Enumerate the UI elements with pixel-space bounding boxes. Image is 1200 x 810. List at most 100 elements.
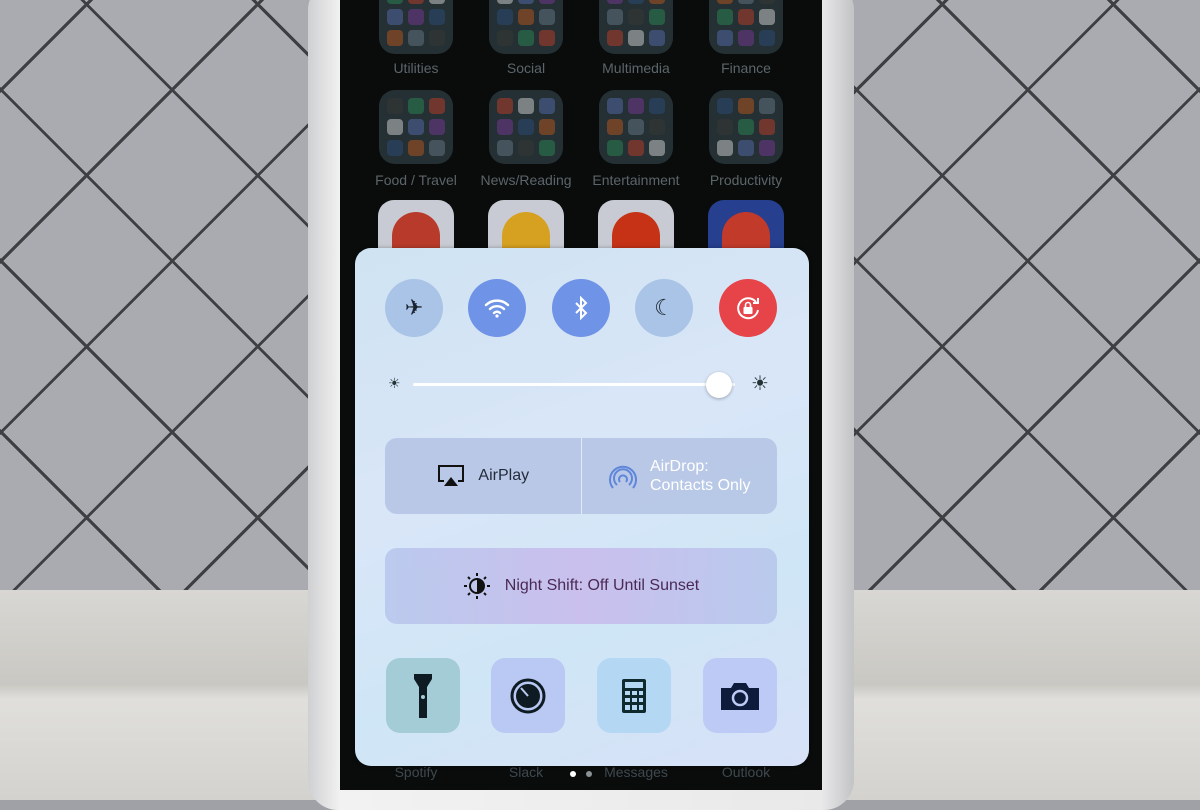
mini-app-icon (539, 0, 555, 4)
mini-app-icon (408, 98, 424, 114)
mini-app-icon (387, 98, 403, 114)
page-dot[interactable] (570, 771, 576, 777)
mini-app-icon (628, 30, 644, 46)
mini-app-icon (518, 119, 534, 135)
mini-app-icon (759, 140, 775, 156)
mini-app-icon (607, 9, 623, 25)
night-shift-button[interactable]: Night Shift: Off Until Sunset (385, 548, 777, 624)
brightness-high-icon: ☀ (751, 373, 769, 395)
mini-app-icon (649, 140, 665, 156)
airdrop-button[interactable]: AirDrop: Contacts Only (582, 438, 778, 514)
mini-app-icon (497, 0, 513, 4)
mini-app-icon (717, 119, 733, 135)
dock-app-slack[interactable]: Slack (466, 764, 586, 780)
folder-label: Finance (721, 60, 771, 76)
camera-icon (721, 682, 759, 710)
calculator-icon (622, 678, 646, 713)
mini-app-icon (628, 0, 644, 4)
mini-app-icon (738, 0, 754, 4)
camera-button[interactable] (703, 658, 777, 733)
rotation-lock-icon (737, 297, 759, 320)
wifi-toggle[interactable] (468, 279, 526, 337)
dock-app-spotify[interactable]: Spotify (356, 764, 476, 780)
mini-app-icon (408, 0, 424, 4)
airplay-button[interactable]: AirPlay (385, 438, 582, 514)
mini-app-icon (387, 119, 403, 135)
mini-app-icon (738, 98, 754, 114)
timer-button[interactable] (491, 658, 565, 733)
mini-app-icon (497, 9, 513, 25)
mini-app-icon (607, 119, 623, 135)
mini-app-icon (717, 98, 733, 114)
mini-app-icon (759, 30, 775, 46)
mini-app-icon (649, 98, 665, 114)
mini-app-icon (539, 140, 555, 156)
control-center: ✈ ☾ ☀ ☀ AirPlay AirDrop: Contacts Only Ni… (355, 248, 809, 766)
mini-app-icon (649, 0, 665, 4)
airplane-icon: ✈ (404, 295, 424, 320)
mini-app-icon (628, 9, 644, 25)
folder-label: Utilities (393, 60, 439, 76)
brightness-slider[interactable] (413, 383, 735, 386)
mini-app-icon (607, 0, 623, 4)
folder-label: Food / Travel (375, 172, 457, 188)
mini-app-icon (387, 30, 403, 46)
folder-label: Productivity (709, 172, 783, 188)
night-shift-label: Night Shift: Off Until Sunset (504, 577, 700, 594)
mini-app-icon (738, 9, 754, 25)
mini-app-icon (539, 119, 555, 135)
folder-news-reading[interactable] (489, 90, 563, 164)
bluetooth-toggle[interactable] (552, 279, 610, 337)
airplane-mode-toggle[interactable]: ✈ (385, 279, 443, 337)
folder-label: News/Reading (480, 172, 572, 188)
mini-app-icon (518, 30, 534, 46)
rotation-lock-toggle[interactable] (719, 279, 777, 337)
mini-app-icon (497, 98, 513, 114)
mini-app-icon (738, 30, 754, 46)
bluetooth-icon (575, 296, 588, 320)
dock-app-messages[interactable]: Messages (576, 764, 696, 780)
mini-app-icon (429, 140, 445, 156)
folder-utilities[interactable] (379, 0, 453, 54)
folder-multimedia[interactable] (599, 0, 673, 54)
mini-app-icon (759, 98, 775, 114)
mini-app-icon (759, 0, 775, 4)
flashlight-button[interactable] (386, 658, 460, 733)
mini-app-icon (387, 0, 403, 4)
mini-app-icon (717, 0, 733, 4)
mini-app-icon (759, 9, 775, 25)
dock-app-outlook[interactable]: Outlook (686, 764, 806, 780)
folder-finance[interactable] (709, 0, 783, 54)
flashlight-icon (414, 673, 432, 718)
mini-app-icon (759, 119, 775, 135)
folder-social[interactable] (489, 0, 563, 54)
mini-app-icon (649, 119, 665, 135)
mini-app-icon (518, 0, 534, 4)
airplay-label: AirPlay (478, 467, 530, 484)
brightness-low-icon: ☀ (388, 375, 401, 391)
brightness-slider-thumb[interactable] (705, 372, 732, 398)
timer-icon (510, 678, 546, 713)
folder-entertainment[interactable] (599, 90, 673, 164)
mini-app-icon (387, 9, 403, 25)
mini-app-icon (717, 30, 733, 46)
mini-app-icon (497, 119, 513, 135)
mini-app-icon (429, 9, 445, 25)
page-dot[interactable] (586, 771, 592, 777)
folder-productivity[interactable] (709, 90, 783, 164)
mini-app-icon (408, 140, 424, 156)
night-shift-icon (463, 573, 490, 599)
mini-app-icon (518, 140, 534, 156)
mini-app-icon (518, 9, 534, 25)
mini-app-icon (429, 98, 445, 114)
mini-app-icon (408, 30, 424, 46)
mini-app-icon (539, 30, 555, 46)
mini-app-icon (628, 98, 644, 114)
calculator-button[interactable] (597, 658, 671, 733)
do-not-disturb-toggle[interactable]: ☾ (635, 279, 693, 337)
folder-food-travel[interactable] (379, 90, 453, 164)
mini-app-icon (539, 9, 555, 25)
mini-app-icon (628, 140, 644, 156)
mini-app-icon (607, 140, 623, 156)
mini-app-icon (717, 140, 733, 156)
